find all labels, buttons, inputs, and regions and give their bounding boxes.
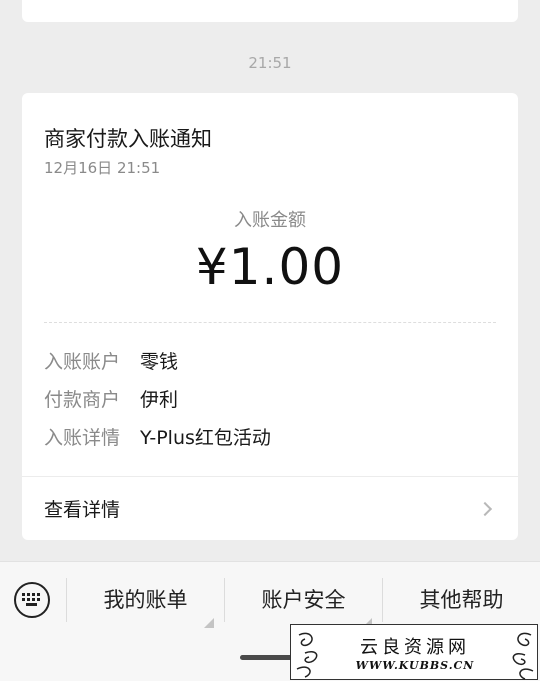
message-timestamp: 21:51 — [248, 54, 292, 72]
previous-message-card[interactable] — [22, 0, 518, 22]
info-row-detail: 入账详情 Y-Plus红包活动 — [44, 423, 271, 449]
info-value: 零钱 — [140, 350, 179, 373]
payment-notification-card[interactable]: 商家付款入账通知 12月16日 21:51 入账金额 ¥1.00 入账账户 零钱… — [22, 93, 518, 540]
watermark-badge: 云良资源网 WWW.KUBBS.CN — [290, 624, 538, 680]
menu-item-label: 其他帮助 — [419, 588, 504, 612]
view-details-button[interactable]: 查看详情 — [22, 477, 518, 540]
card-date: 12月16日 21:51 — [44, 159, 161, 177]
info-value: 伊利 — [140, 388, 179, 411]
keyboard-icon — [22, 593, 40, 606]
menu-item-label: 账户安全 — [261, 588, 346, 612]
menu-item-label: 我的账单 — [103, 588, 188, 612]
menu-item-other-help[interactable]: 其他帮助 — [383, 582, 540, 618]
dashed-divider — [44, 322, 496, 323]
view-details-label: 查看详情 — [44, 499, 121, 521]
info-value: Y-Plus红包活动 — [140, 426, 271, 449]
keyboard-toggle-button[interactable] — [14, 582, 50, 618]
watermark-url: WWW.KUBBS.CN — [355, 659, 475, 672]
info-key: 入账详情 — [44, 426, 121, 449]
info-row-account: 入账账户 零钱 — [44, 347, 178, 373]
info-row-merchant: 付款商户 伊利 — [44, 385, 178, 411]
menu-item-account-security[interactable]: 账户安全 — [225, 582, 382, 628]
amount-label: 入账金额 — [234, 210, 306, 231]
watermark-title: 云良资源网 — [360, 637, 470, 658]
submenu-indicator-icon — [204, 618, 214, 628]
info-key: 付款商户 — [44, 388, 121, 411]
info-key: 入账账户 — [44, 350, 121, 373]
amount-value: ¥1.00 — [195, 238, 345, 296]
menu-item-my-bill[interactable]: 我的账单 — [67, 582, 224, 628]
card-title: 商家付款入账通知 — [44, 127, 212, 151]
chevron-right-icon — [477, 501, 493, 516]
